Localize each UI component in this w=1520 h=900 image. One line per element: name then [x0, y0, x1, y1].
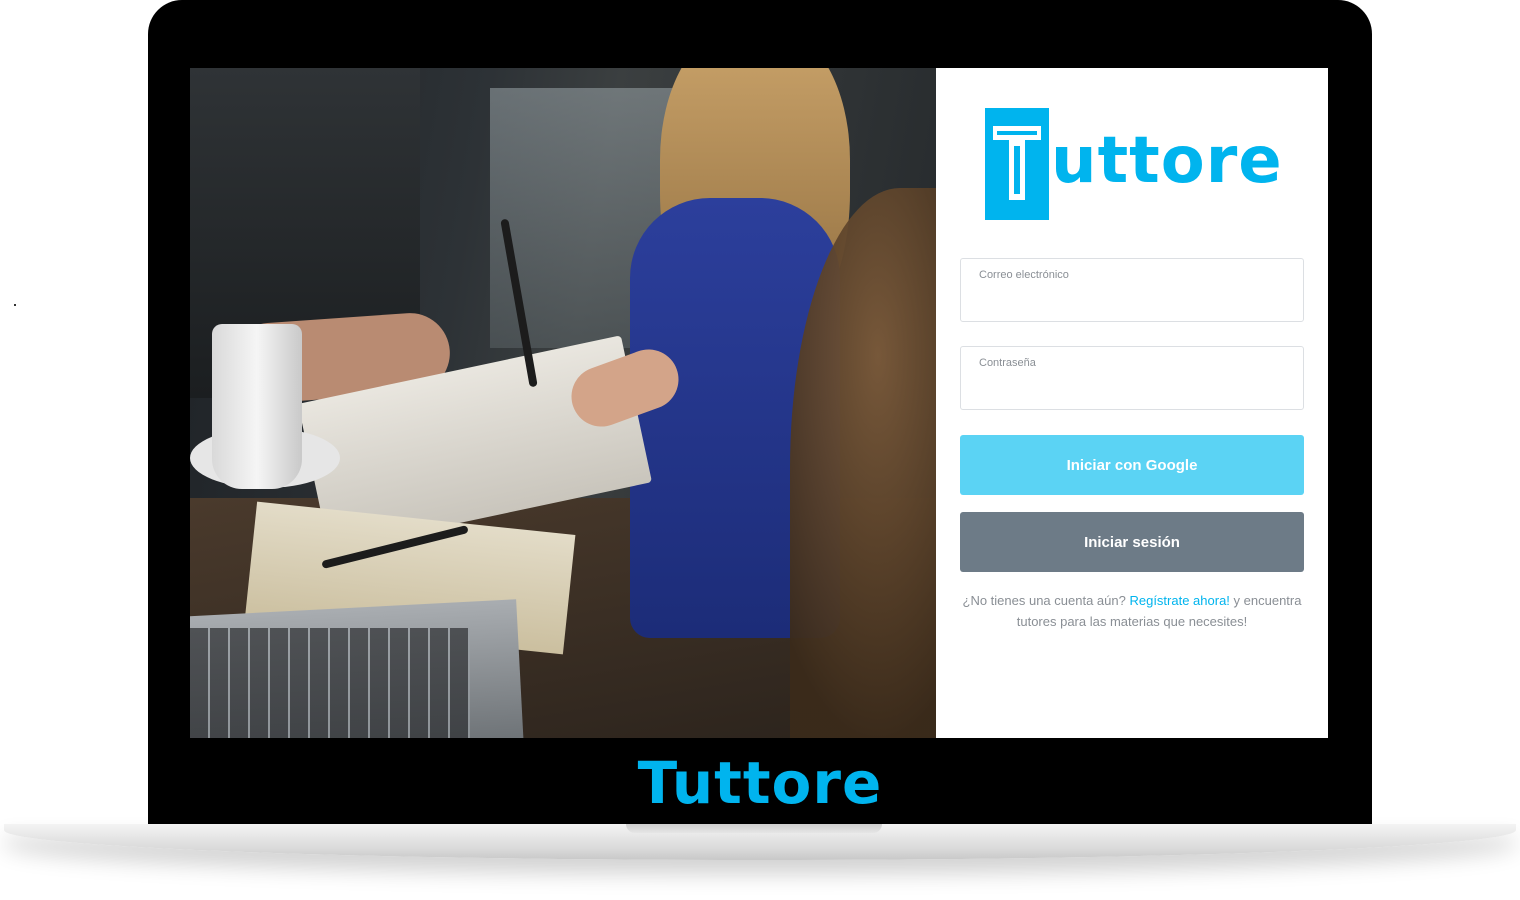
- stray-dot: [14, 304, 16, 306]
- email-field[interactable]: Correo electrónico: [960, 258, 1304, 322]
- signup-prompt: ¿No tienes una cuenta aún? Regístrate ah…: [960, 590, 1304, 632]
- login-panel: uttore Correo electrónico Contraseña Ini…: [936, 68, 1328, 738]
- email-label: Correo electrónico: [979, 269, 1069, 281]
- brand-caption: Tuttore: [637, 749, 883, 817]
- login-button[interactable]: Iniciar sesión: [960, 512, 1304, 572]
- signup-link[interactable]: Regístrate ahora!: [1129, 593, 1229, 608]
- password-label: Contraseña: [979, 357, 1036, 369]
- google-login-button[interactable]: Iniciar con Google: [960, 435, 1304, 495]
- logo-text: uttore: [1051, 124, 1283, 198]
- password-input[interactable]: [977, 375, 1287, 403]
- logo-t-icon: [985, 108, 1049, 220]
- signup-prefix: ¿No tienes una cuenta aún?: [962, 593, 1126, 608]
- photo-keyboard: [190, 628, 470, 738]
- password-field[interactable]: Contraseña: [960, 346, 1304, 410]
- laptop-screen: uttore Correo electrónico Contraseña Ini…: [190, 68, 1328, 738]
- photo-cup: [212, 324, 302, 489]
- email-input[interactable]: [977, 287, 1287, 315]
- app-logo: uttore: [985, 108, 1283, 220]
- laptop-notch: [626, 824, 882, 833]
- hero-photo: [190, 68, 936, 738]
